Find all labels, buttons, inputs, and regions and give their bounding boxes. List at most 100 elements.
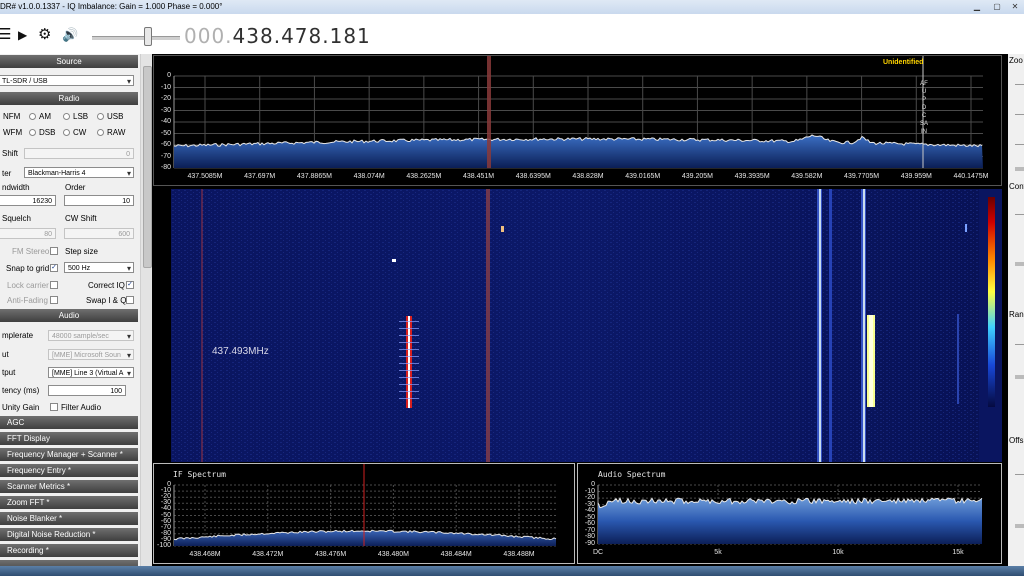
burst-harmonic-tick (399, 370, 419, 371)
fmstereo-checkbox[interactable] (50, 247, 58, 255)
if-spectrum-panel[interactable]: IF Spectrum 0 -10 -20 -30 -40 -50 -60 -70 -80 -90… (153, 463, 575, 564)
frequency-display[interactable]: 000.438.478.181 (184, 24, 371, 48)
section-frequency-manager[interactable]: Frequency Manager + Scanner * (0, 448, 138, 461)
waterfall-blip-1 (501, 226, 504, 232)
radio-header[interactable]: Radio (0, 92, 138, 105)
burst-harmonic-tick (399, 328, 419, 329)
filter-select[interactable]: Blackman-Harris 4 (24, 167, 134, 178)
mode-am-radio[interactable] (29, 113, 36, 120)
if-spectrum-plot (173, 464, 557, 547)
burst-harmonic-tick (399, 335, 419, 336)
section-fft-display[interactable]: FFT Display (0, 432, 138, 445)
shift-input[interactable]: 0 (24, 148, 134, 159)
volume-slider-thumb[interactable] (144, 27, 152, 46)
x-tick-label: 438.074M (353, 173, 385, 180)
waterfall-panel[interactable]: 437.493MHz (153, 189, 1002, 462)
filteraudio-checkbox[interactable] (50, 403, 58, 411)
fmstereo-label: FM Stereo (12, 247, 50, 256)
correctiq-checkbox[interactable]: ✓ (126, 281, 134, 289)
contrast-slider-thumb[interactable] (1015, 262, 1024, 266)
squelch-input[interactable]: 80 (0, 228, 56, 239)
spectrum-plot[interactable] (154, 56, 1003, 187)
order-input[interactable]: 10 (64, 195, 134, 206)
menu-icon[interactable]: ☰ (0, 26, 11, 44)
cwshift-label: CW Shift (65, 214, 97, 223)
mode-dsb-radio[interactable] (29, 129, 36, 136)
signal-label: Unidentified (883, 59, 924, 66)
source-device-select[interactable]: TL-SDR / USB (0, 75, 134, 86)
latency-label: tency (ms) (2, 386, 40, 395)
section-agc[interactable]: AGC (0, 416, 138, 429)
mode-lsb-radio[interactable] (63, 113, 70, 120)
antifading-checkbox[interactable] (50, 296, 58, 304)
spectrum-fill (174, 135, 983, 168)
unitygain-label: Unity Gain (2, 403, 40, 412)
x-tick-label: 15k (952, 549, 964, 556)
mode-usb-radio[interactable] (97, 113, 104, 120)
waterfall-plot (153, 189, 995, 462)
audio-spectrum-plot (597, 484, 983, 545)
scrollbar-thumb[interactable] (143, 66, 152, 268)
input-device-select[interactable]: [MME] Microsoft Soun (48, 349, 134, 360)
x-tick-label: 438.476M (315, 551, 347, 558)
lockcarrier-checkbox[interactable] (50, 281, 58, 289)
offset-slider-thumb[interactable] (1015, 524, 1024, 528)
taskbar (0, 566, 1024, 576)
settings-icon[interactable]: ⚙ (38, 26, 51, 44)
source-header[interactable]: Source (0, 55, 138, 68)
output-device-select[interactable]: [MME] Line 3 (Virtual A (48, 367, 134, 378)
x-tick-label: 438.451M (462, 173, 495, 180)
title-bar: DR# v1.0.0.1337 - IQ Imbalance: Gain = 1… (0, 0, 1024, 14)
audio-header[interactable]: Audio (0, 309, 138, 322)
swapiq-checkbox[interactable] (126, 296, 134, 304)
bandwidth-input[interactable]: 16230 (0, 195, 56, 206)
waterfall-left-margin (153, 189, 171, 462)
volume-icon[interactable]: 🔊 (62, 26, 78, 44)
section-digital-noise-reduction[interactable]: Digital Noise Reduction * (0, 528, 138, 541)
stepsize-select[interactable]: 500 Hz (64, 262, 134, 273)
burst-harmonic-tick (399, 391, 419, 392)
range-slider-thumb[interactable] (1015, 375, 1024, 379)
section-frequency-entry[interactable]: Frequency Entry * (0, 464, 138, 477)
maximize-icon[interactable]: ▢ (990, 1, 1004, 12)
latency-input[interactable]: 100 (48, 385, 126, 396)
waterfall-faint-signal (957, 314, 959, 404)
squelch-label: Squelch (2, 214, 31, 223)
burst-harmonic-tick (399, 398, 419, 399)
volume-slider[interactable] (92, 36, 180, 40)
cwshift-input[interactable]: 600 (64, 228, 134, 239)
y-tick-label: -100 (157, 542, 172, 549)
section-noise-blanker[interactable]: Noise Blanker * (0, 512, 138, 525)
samplerate-select[interactable]: 48000 sample/sec (48, 330, 134, 341)
waterfall-blip-2 (392, 259, 396, 262)
zoom-slider-thumb[interactable] (1015, 167, 1024, 171)
snap-checkbox[interactable]: ✓ (50, 264, 58, 272)
waterfall-noise (171, 189, 979, 462)
section-zoom-fft[interactable]: Zoom FFT * (0, 496, 138, 509)
mode-cw-radio[interactable] (63, 129, 70, 136)
section-recording[interactable]: Recording * (0, 544, 138, 557)
x-tick-label: 437.5085M (187, 173, 223, 180)
close-icon[interactable]: ✕ (1008, 1, 1022, 12)
burst-harmonic-tick (399, 356, 419, 357)
x-tick-label: 437.697M (244, 173, 276, 180)
x-tick-label: 439.205M (681, 173, 713, 180)
play-icon[interactable]: ▶ (18, 26, 27, 44)
filteraudio-label: Filter Audio (61, 403, 102, 412)
x-tick-label: 5k (714, 549, 722, 556)
range-label: Rang (1009, 310, 1024, 319)
stepsize-label: Step size (65, 247, 98, 256)
mode-raw-radio[interactable] (97, 129, 104, 136)
section-scanner-metrics[interactable]: Scanner Metrics * (0, 480, 138, 493)
spectrum-panel[interactable]: Unidentified AFU PDCSAIN 0 -10 -20 -30 -40 -5… (153, 55, 1002, 186)
minimize-icon[interactable]: ▁ (970, 1, 984, 12)
zoom-label: Zoo (1009, 56, 1023, 65)
burst-harmonic-tick (399, 321, 419, 322)
audio-spectrum-panel[interactable]: Audio Spectrum 0 -10 -20 -30 -40 -50 -60 -70 -80… (577, 463, 1002, 564)
mode-raw-label: RAW (107, 128, 126, 137)
burst-harmonic-tick (399, 363, 419, 364)
output-label: tput (2, 368, 16, 377)
waterfall-colorbar (988, 197, 995, 407)
antifading-label: Anti-Fading (7, 296, 48, 305)
y-tick-label: -80 (160, 164, 171, 171)
